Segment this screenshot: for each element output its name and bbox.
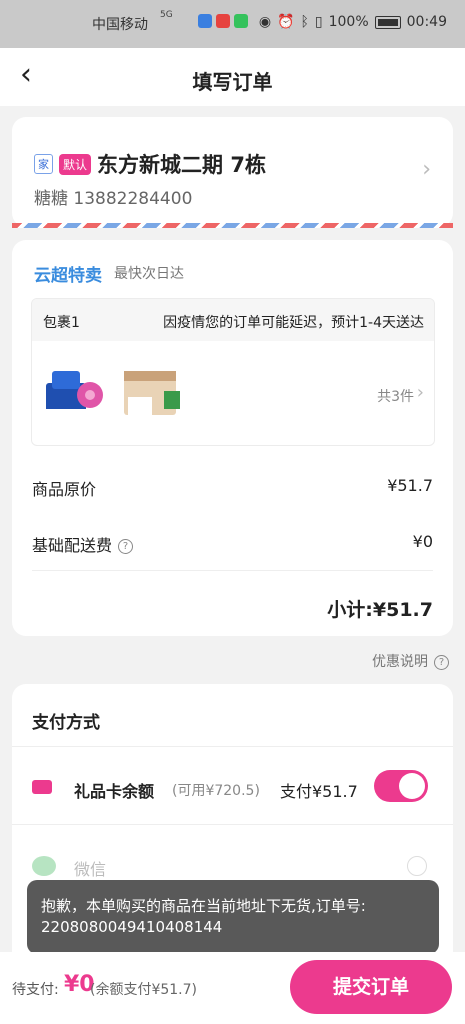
- weibo-icon: [216, 14, 230, 28]
- toggle-knob: [399, 773, 425, 799]
- nav-bar: ‹ 填写订单: [0, 48, 465, 106]
- vibrate-icon: ▯: [314, 14, 323, 30]
- wechat-label: 微信: [74, 860, 107, 879]
- package-box[interactable]: 包裹1 因疫情您的订单可能延迟，预计1-4天送达 共3件 ›: [31, 298, 435, 446]
- address-text: 东方新城二期 7栋: [97, 153, 266, 177]
- payment-title: 支付方式: [32, 713, 100, 733]
- address-card[interactable]: 家 默认 东方新城二期 7栋 糖糖 13882284400 ›: [12, 117, 453, 227]
- default-tag: 默认: [59, 153, 92, 175]
- gift-card-available: (可用¥720.5): [172, 783, 260, 799]
- notification-icons: [198, 14, 248, 28]
- promo-info-label: 优惠说明: [372, 654, 428, 670]
- original-price-row: 商品原价 ¥51.7: [32, 476, 433, 500]
- divider: [32, 570, 433, 571]
- battery-percent: 100%: [328, 14, 369, 30]
- toast-order-number: 2208080049410408144: [41, 918, 223, 936]
- clock: 00:49: [406, 14, 447, 30]
- chat-app-icon: [234, 14, 248, 28]
- original-price-value: ¥51.7: [387, 476, 433, 495]
- delivery-fee-row: 基础配送费? ¥0: [32, 532, 433, 556]
- home-tag: 家: [34, 154, 53, 174]
- due-note: (余额支付¥51.7): [90, 982, 198, 998]
- divider: [12, 746, 453, 747]
- gift-card-toggle[interactable]: [374, 770, 428, 802]
- bluetooth-icon: ᛒ: [300, 14, 309, 30]
- shop-name: 云超特卖: [34, 266, 102, 286]
- delay-notice: 因疫情您的订单可能延迟，预计1-4天送达: [163, 315, 424, 331]
- gift-card-pay-amount: 支付¥51.7: [280, 782, 358, 801]
- submit-order-button[interactable]: 提交订单: [290, 960, 452, 1014]
- original-price-label: 商品原价: [32, 480, 97, 499]
- order-card: 云超特卖 最快次日达 包裹1 因疫情您的订单可能延迟，预计1-4天送达 共3件 …: [12, 240, 453, 636]
- address-stripe: [12, 223, 453, 228]
- delivery-fee-label: 基础配送费: [32, 536, 113, 555]
- battery-icon: [374, 15, 401, 29]
- delivery-fee-value: ¥0: [412, 532, 433, 551]
- wechat-radio[interactable]: [407, 856, 427, 876]
- package-item-count: 共3件: [377, 389, 414, 405]
- bottom-bar: 待支付: ¥0 (余额支付¥51.7) 提交订单: [0, 952, 465, 1024]
- error-toast: 抱歉，本单购买的商品在当前地址下无货,订单号: 2208080049410408…: [27, 880, 439, 954]
- due-label: 待支付:: [12, 982, 59, 998]
- status-bar: 中国移动 5G ◉ ⏰ ᛒ ▯ 100% 00:49: [0, 0, 465, 48]
- product-image-tissue-box: [46, 371, 103, 415]
- help-icon: ?: [434, 654, 449, 670]
- help-icon[interactable]: ?: [118, 539, 134, 554]
- package-name: 包裹1: [43, 315, 80, 331]
- carrier-name: 中国移动: [92, 17, 148, 33]
- wechat-icon: [32, 856, 56, 876]
- gift-card-label: 礼品卡余额: [74, 782, 155, 801]
- address-contact: 糖糖 13882284400: [34, 189, 193, 209]
- toast-message: 抱歉，本单购买的商品在当前地址下无货,订单号:: [41, 897, 366, 915]
- shop-eta: 最快次日达: [114, 266, 184, 282]
- shield-app-icon: [198, 14, 212, 28]
- promo-info-link[interactable]: 优惠说明?: [372, 651, 449, 671]
- network-indicator: 5G: [160, 10, 173, 20]
- chevron-right-icon: ›: [416, 382, 424, 403]
- alarm-icon: ⏰: [277, 14, 295, 30]
- product-image-tissue-pack: [124, 371, 180, 415]
- divider: [12, 824, 453, 825]
- chevron-right-icon: ›: [422, 157, 431, 182]
- gift-card-icon: [32, 780, 52, 794]
- page-title: 填写订单: [192, 70, 273, 94]
- subtotal: 小计:¥51.7: [327, 599, 433, 621]
- eye-icon: ◉: [258, 14, 272, 30]
